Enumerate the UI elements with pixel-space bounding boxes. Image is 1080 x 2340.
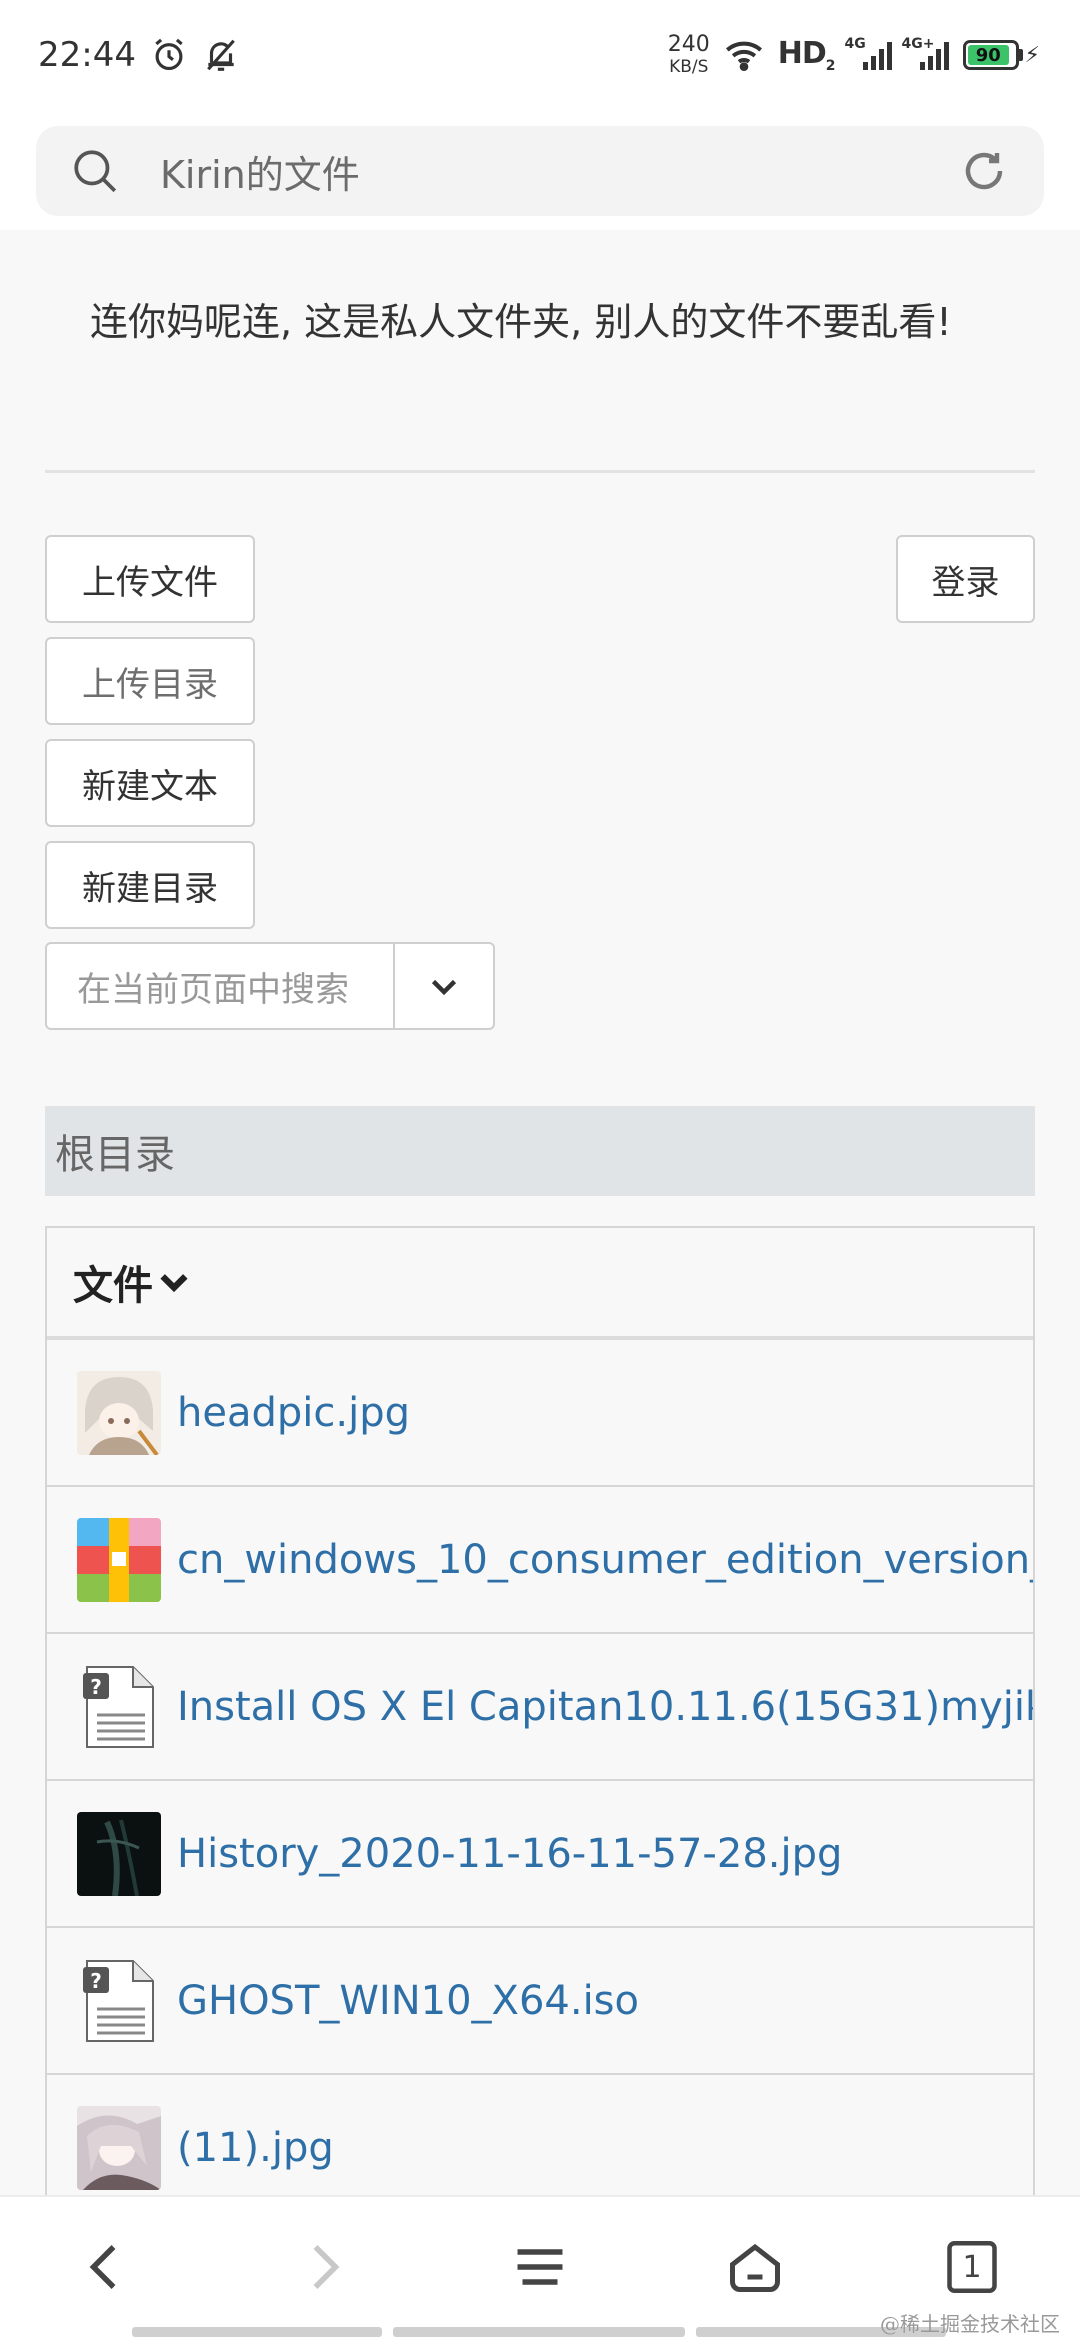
- gesture-bar: [393, 2327, 685, 2337]
- signal-bars-icon: [862, 40, 892, 70]
- file-column-header[interactable]: 文件: [73, 1253, 153, 1311]
- menu-icon: [517, 2249, 563, 2285]
- sort-chevron-icon[interactable]: [157, 1265, 191, 1299]
- hd-voice-indicator: HD2: [777, 36, 836, 74]
- battery-icon: 90: [962, 40, 1019, 70]
- wifi-icon: [725, 41, 762, 72]
- anime-photo-thumbnail: [77, 2105, 161, 2190]
- new-text-button[interactable]: 新建文本: [45, 739, 255, 827]
- tabs-button[interactable]: 1: [932, 2227, 1012, 2307]
- signal-sim2: 4G+: [902, 36, 949, 70]
- file-link[interactable]: Install OS X El Capitan10.11.6(15G31)myj…: [177, 1684, 1033, 1730]
- back-button[interactable]: [66, 2227, 146, 2307]
- svg-text:?: ?: [90, 1969, 102, 1993]
- file-table: 文件 headpic.jpg cn_windows_10_consumer_ed…: [45, 1226, 1035, 2226]
- chevron-left-icon: [89, 2245, 116, 2289]
- divider: [45, 470, 1035, 473]
- new-directory-button[interactable]: 新建目录: [45, 841, 255, 929]
- reload-icon[interactable]: [960, 147, 1008, 195]
- charging-icon: ⚡: [1024, 42, 1040, 68]
- address-bar[interactable]: Kirin的文件: [36, 126, 1044, 216]
- browser-toolbar: Kirin的文件: [0, 110, 1080, 230]
- unknown-file-icon: ?: [77, 1959, 161, 2043]
- archive-icon: [77, 1517, 161, 1602]
- watermark: @稀土掘金技术社区: [880, 2312, 1060, 2336]
- dark-photo-thumbnail: [77, 1811, 161, 1896]
- svg-text:?: ?: [90, 1675, 102, 1699]
- chevron-right-icon: [313, 2245, 340, 2289]
- search-options-dropdown[interactable]: [395, 944, 493, 1028]
- battery-indicator: 90 ⚡: [962, 40, 1040, 70]
- status-right: 240 KB/S HD2 4G 4G+ 90 ⚡: [668, 34, 1040, 76]
- anime-avatar-thumbnail: [77, 1370, 161, 1455]
- table-header[interactable]: 文件: [47, 1228, 1033, 1340]
- login-button[interactable]: 登录: [896, 535, 1035, 623]
- battery-level: 90: [975, 44, 1001, 66]
- breadcrumb: 根目录: [45, 1106, 1035, 1196]
- file-link[interactable]: headpic.jpg: [177, 1390, 410, 1436]
- forward-button[interactable]: [283, 2227, 363, 2307]
- root-directory-label[interactable]: 根目录: [55, 1122, 175, 1180]
- status-left: 22:44: [38, 35, 240, 75]
- chevron-down-icon: [431, 979, 457, 996]
- page-search-input[interactable]: 在当前页面中搜索: [47, 944, 395, 1028]
- table-row[interactable]: cn_windows_10_consumer_edition_version_1…: [47, 1487, 1033, 1634]
- signal-sim1: 4G: [845, 36, 892, 70]
- upload-directory-button[interactable]: 上传目录: [45, 637, 255, 725]
- bell-off-icon: [207, 39, 235, 71]
- network-speed: 240 KB/S: [667, 32, 710, 77]
- file-link[interactable]: GHOST_WIN10_X64.iso: [177, 1978, 639, 2024]
- menu-button[interactable]: [500, 2227, 580, 2307]
- page-content: 连你妈呢连, 这是私人文件夹, 别人的文件不要乱看! 上传文件 登录 上传目录 …: [0, 230, 1080, 2226]
- notice-text: 连你妈呢连, 这是私人文件夹, 别人的文件不要乱看!: [90, 300, 952, 344]
- home-button[interactable]: [715, 2227, 795, 2307]
- page-search: 在当前页面中搜索: [45, 942, 495, 1030]
- table-row[interactable]: History_2020-11-16-11-57-28.jpg: [47, 1781, 1033, 1928]
- upload-file-button[interactable]: 上传文件: [45, 535, 255, 623]
- status-bar: 22:44 240 KB/S HD2 4G 4G+ 90 ⚡: [0, 0, 1080, 110]
- status-time: 22:44: [38, 35, 136, 75]
- unknown-file-icon: ?: [77, 1665, 161, 1749]
- file-link[interactable]: History_2020-11-16-11-57-28.jpg: [177, 1831, 842, 1877]
- table-row[interactable]: ? Install OS X El Capitan10.11.6(15G31)m…: [47, 1634, 1033, 1781]
- alarm-icon: [155, 38, 183, 71]
- tab-count: 1: [962, 2249, 982, 2285]
- file-link[interactable]: (11).jpg: [177, 2125, 334, 2171]
- table-row[interactable]: headpic.jpg: [47, 1340, 1033, 1487]
- search-icon: [74, 150, 117, 193]
- home-icon: [730, 2243, 780, 2292]
- table-row[interactable]: ? GHOST_WIN10_X64.iso: [47, 1928, 1033, 2075]
- file-link[interactable]: cn_windows_10_consumer_edition_version_1…: [177, 1537, 1033, 1583]
- page-title[interactable]: Kirin的文件: [160, 144, 960, 199]
- gesture-bar: [132, 2327, 382, 2337]
